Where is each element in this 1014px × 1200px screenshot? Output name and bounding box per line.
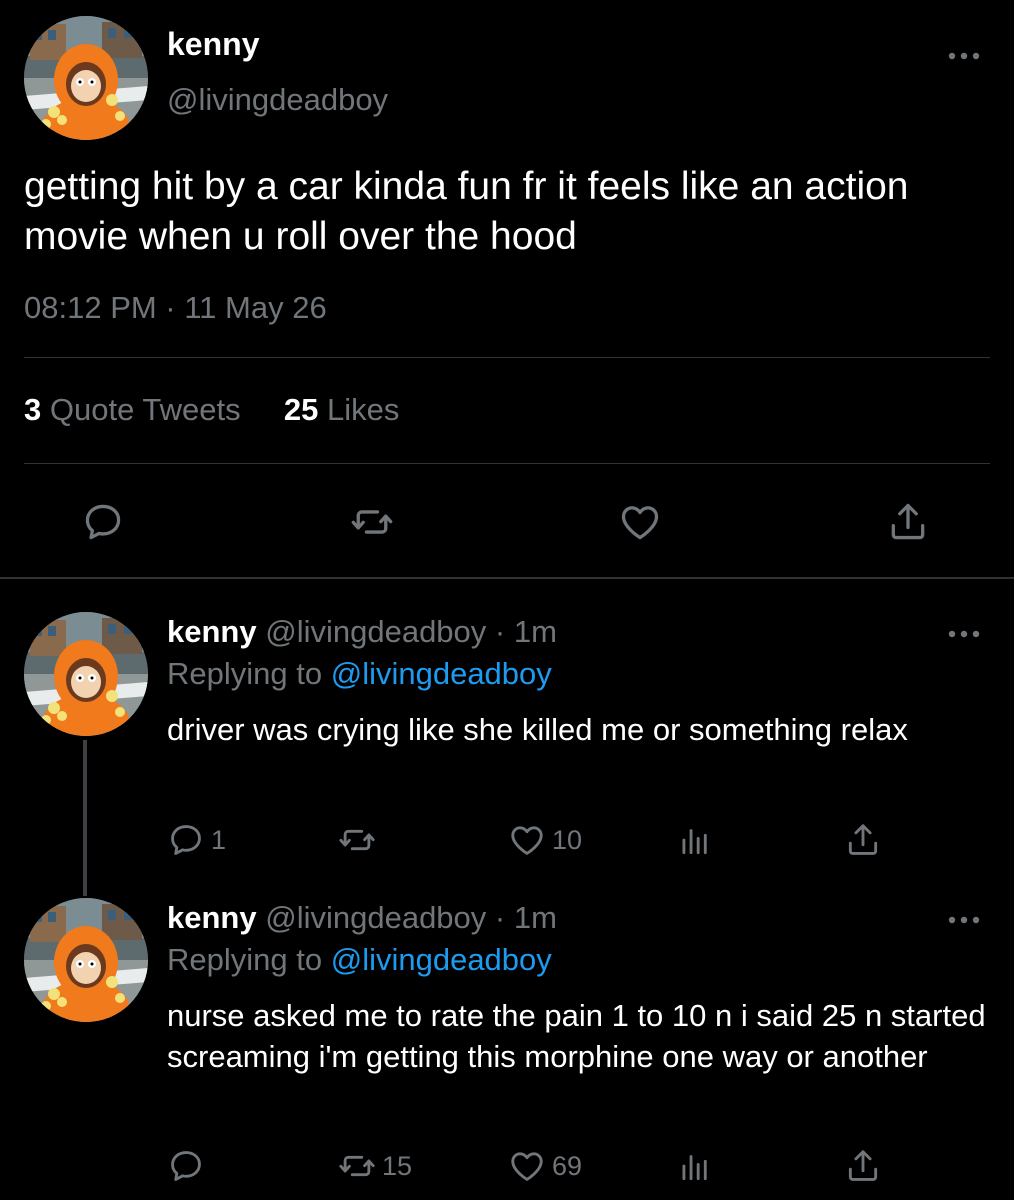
retweet-icon [338,1147,376,1185]
tweet-timestamp[interactable]: 08:12 PM · 11 May 26 [24,290,327,326]
reply-button[interactable] [167,1146,211,1186]
reply-icon [167,821,205,859]
retweet-button[interactable]: 15 [338,1146,412,1186]
share-button[interactable] [844,1146,882,1186]
reply-text: driver was crying like she killed me or … [167,712,908,747]
likes-count: 25 [283,392,319,427]
like-count: 10 [552,824,583,855]
replying-prefix: Replying to [167,656,323,691]
thread-line [83,740,87,896]
retweet-count: 15 [382,1150,413,1181]
author-display-name[interactable]: kenny [167,614,257,649]
analytics-icon [676,821,714,859]
avatar[interactable] [24,612,148,736]
likes-label: Likes [326,392,400,427]
divider [0,577,1014,579]
replying-to: Replying to @livingdeadboy [167,656,552,692]
tweet-text: getting hit by a car kinda fun fr it fee… [24,165,909,258]
like-button[interactable]: 69 [508,1146,582,1186]
replying-to: Replying to @livingdeadboy [167,942,552,978]
share-button[interactable] [844,820,882,860]
mention-link[interactable]: @livingdeadboy [331,656,552,691]
retweet-icon [338,821,376,859]
tweet-stats: 3 Quote Tweets 25 Likes [24,392,399,428]
avatar-image [24,898,148,1022]
reply-icon[interactable] [81,500,125,544]
analytics-button[interactable] [676,820,714,860]
avatar-image [24,612,148,736]
reply-count: 1 [211,824,227,855]
like-count: 69 [552,1150,583,1181]
share-icon[interactable] [886,500,930,544]
author-handle-time[interactable]: @livingdeadboy · 1m [265,900,557,935]
analytics-icon [676,1147,714,1185]
replying-prefix: Replying to [167,942,323,977]
like-button[interactable]: 10 [508,820,582,860]
mention-link[interactable]: @livingdeadboy [331,942,552,977]
author-handle-time[interactable]: @livingdeadboy · 1m [265,614,557,649]
avatar[interactable] [24,898,148,1022]
more-icon[interactable] [944,624,984,644]
avatar[interactable] [24,16,148,140]
divider [24,463,990,464]
analytics-button[interactable] [676,1146,714,1186]
reply-text: nurse asked me to rate the pain 1 to 10 … [167,998,986,1074]
author-handle[interactable]: @livingdeadboy [167,82,388,118]
reply-header: kenny @livingdeadboy · 1m [167,614,557,650]
like-icon [508,821,546,859]
author-display-name[interactable]: kenny [167,26,259,63]
divider [24,357,990,358]
share-icon [844,1147,882,1185]
retweet-icon[interactable] [350,500,394,544]
reply-icon [167,1147,205,1185]
likes-stat[interactable]: 25 Likes [284,392,399,427]
reply-header: kenny @livingdeadboy · 1m [167,900,557,936]
quote-tweets-stat[interactable]: 3 Quote Tweets [24,392,241,427]
like-icon[interactable] [618,500,662,544]
avatar-image [24,16,148,140]
retweet-button[interactable] [338,820,382,860]
reply-button[interactable]: 1 [167,820,226,860]
more-icon[interactable] [944,910,984,930]
author-display-name[interactable]: kenny [167,900,257,935]
quote-tweets-count: 3 [24,392,42,427]
share-icon [844,821,882,859]
quote-tweets-label: Quote Tweets [49,392,241,427]
more-icon[interactable] [944,46,984,66]
like-icon [508,1147,546,1185]
